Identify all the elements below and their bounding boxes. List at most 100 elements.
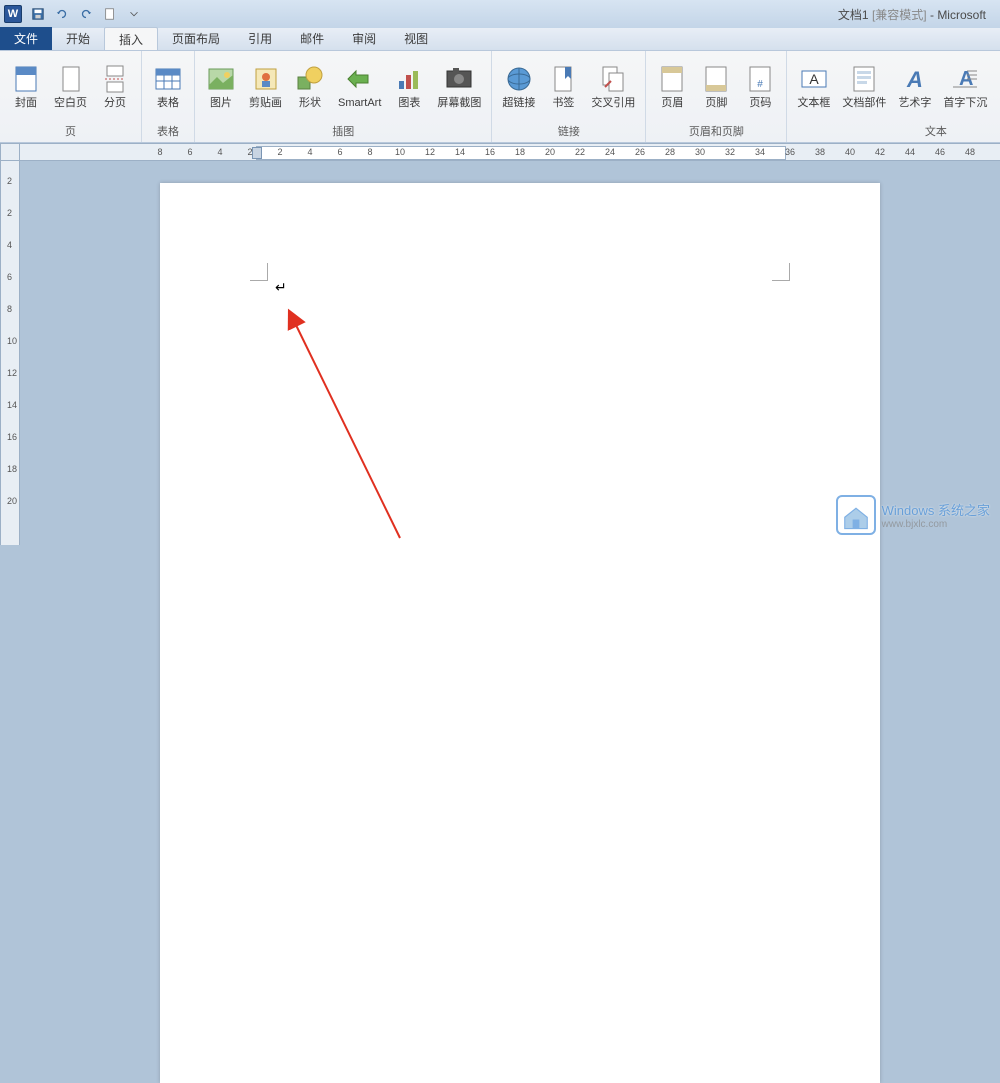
page-break-icon — [99, 63, 131, 95]
bookmark-icon — [547, 63, 579, 95]
ruler-h-tick: 6 — [337, 147, 342, 157]
header-icon — [656, 63, 688, 95]
ruler-h-tick: 42 — [875, 147, 885, 157]
tab-insert[interactable]: 插入 — [104, 27, 158, 50]
ruler-h-tick: 4 — [217, 147, 222, 157]
document-page[interactable]: ↵ — [160, 183, 880, 1083]
ruler-v-tick: 4 — [7, 240, 12, 250]
textbox-button[interactable]: A 文本框 — [793, 61, 834, 112]
smartart-icon — [344, 63, 376, 95]
crossref-icon — [597, 63, 629, 95]
ruler-h-tick: 30 — [695, 147, 705, 157]
margin-corner-tr — [772, 263, 790, 281]
footer-icon — [700, 63, 732, 95]
save-icon[interactable] — [28, 4, 48, 24]
group-text: A 文本框 文档部件 A 艺术字 A 首字下沉 签名行 日期和时间 对象 文本 — [787, 51, 1000, 142]
wordart-icon: A — [899, 63, 931, 95]
tab-view[interactable]: 视图 — [390, 27, 442, 50]
page-break-button[interactable]: 分页 — [95, 61, 135, 112]
ruler-h-tick: 34 — [755, 147, 765, 157]
margin-corner-tl — [250, 263, 268, 281]
ruler-h-tick: 12 — [425, 147, 435, 157]
ruler-h-tick: 4 — [307, 147, 312, 157]
wordart-button[interactable]: A 艺术字 — [894, 61, 935, 112]
chart-button[interactable]: 图表 — [389, 61, 429, 112]
ruler-h-tick: 48 — [965, 147, 975, 157]
ruler-horizontal[interactable]: 8642246810121416182022242628303234363840… — [20, 143, 1000, 161]
ruler-v-tick: 8 — [7, 304, 12, 314]
svg-text:#: # — [758, 79, 764, 90]
ruler-h-tick: 36 — [785, 147, 795, 157]
picture-icon — [205, 63, 237, 95]
clipart-icon — [250, 63, 282, 95]
screenshot-icon — [443, 63, 475, 95]
ruler-h-tick: 18 — [515, 147, 525, 157]
undo-icon[interactable] — [52, 4, 72, 24]
watermark-url: www.bjxlc.com — [882, 519, 990, 530]
ribbon-tabs: 文件 开始 插入 页面布局 引用 邮件 审阅 视图 — [0, 28, 1000, 51]
screenshot-button[interactable]: 屏幕截图 — [433, 61, 485, 112]
left-margin-indicator[interactable] — [252, 147, 262, 159]
ruler-h-tick: 2 — [277, 147, 282, 157]
ruler-v-tick: 14 — [7, 400, 17, 410]
cover-page-icon — [10, 63, 42, 95]
ruler-v-tick: 2 — [7, 176, 12, 186]
svg-text:A: A — [906, 67, 923, 92]
dropcap-icon: A — [949, 63, 981, 95]
ruler-h-tick: 38 — [815, 147, 825, 157]
redo-icon[interactable] — [76, 4, 96, 24]
pagenum-button[interactable]: # 页码 — [740, 61, 780, 112]
picture-button[interactable]: 图片 — [201, 61, 241, 112]
ruler-v-tick: 18 — [7, 464, 17, 474]
table-icon — [152, 63, 184, 95]
blank-page-button[interactable]: 空白页 — [50, 61, 91, 112]
new-doc-icon[interactable] — [100, 4, 120, 24]
textbox-icon: A — [798, 63, 830, 95]
ruler-h-tick: 40 — [845, 147, 855, 157]
ruler-v-tick: 20 — [7, 496, 17, 506]
ruler-h-tick: 14 — [455, 147, 465, 157]
ruler-h-tick: 8 — [367, 147, 372, 157]
ruler-corner[interactable] — [0, 143, 20, 161]
ruler-v-tick: 12 — [7, 368, 17, 378]
ruler-vertical[interactable]: 22468101214161820 — [0, 161, 20, 545]
ruler-h-tick: 46 — [935, 147, 945, 157]
ruler-v-tick: 6 — [7, 272, 12, 282]
header-button[interactable]: 页眉 — [652, 61, 692, 112]
window-title: 文档1 [兼容模式] - Microsoft — [146, 6, 996, 23]
tab-file[interactable]: 文件 — [0, 27, 52, 50]
tab-references[interactable]: 引用 — [234, 27, 286, 50]
smartart-button[interactable]: SmartArt — [334, 61, 385, 112]
group-illustrations: 图片 剪贴画 形状 SmartArt 图表 屏幕截图 插图 — [195, 51, 492, 142]
ruler-h-tick: 2 — [247, 147, 252, 157]
hyperlink-button[interactable]: 超链接 — [498, 61, 539, 112]
ruler-h-tick: 10 — [395, 147, 405, 157]
chart-icon — [393, 63, 425, 95]
tab-mailings[interactable]: 邮件 — [286, 27, 338, 50]
footer-button[interactable]: 页脚 — [696, 61, 736, 112]
ruler-h-tick: 16 — [485, 147, 495, 157]
crossref-button[interactable]: 交叉引用 — [587, 61, 639, 112]
shapes-icon — [294, 63, 326, 95]
hyperlink-icon — [503, 63, 535, 95]
shapes-button[interactable]: 形状 — [290, 61, 330, 112]
group-links: 超链接 书签 交叉引用 链接 — [492, 51, 646, 142]
tab-review[interactable]: 审阅 — [338, 27, 390, 50]
tab-home[interactable]: 开始 — [52, 27, 104, 50]
tab-layout[interactable]: 页面布局 — [158, 27, 234, 50]
cover-page-button[interactable]: 封面 — [6, 61, 46, 112]
dropcap-button[interactable]: A 首字下沉 — [939, 61, 991, 112]
table-button[interactable]: 表格 — [148, 61, 188, 112]
clipart-button[interactable]: 剪贴画 — [245, 61, 286, 112]
group-headerfooter: 页眉 页脚 # 页码 页眉和页脚 — [646, 51, 787, 142]
qat-dropdown-icon[interactable] — [124, 4, 144, 24]
ruler-h-tick: 22 — [575, 147, 585, 157]
quickparts-button[interactable]: 文档部件 — [838, 61, 890, 112]
document-area: 8642246810121416182022242628303234363840… — [0, 143, 1000, 545]
bookmark-button[interactable]: 书签 — [543, 61, 583, 112]
text-cursor: ↵ — [275, 279, 287, 296]
ruler-h-tick: 28 — [665, 147, 675, 157]
group-label-illustrations: 插图 — [201, 121, 485, 142]
group-tables: 表格 表格 — [142, 51, 195, 142]
ruler-h-tick: 44 — [905, 147, 915, 157]
